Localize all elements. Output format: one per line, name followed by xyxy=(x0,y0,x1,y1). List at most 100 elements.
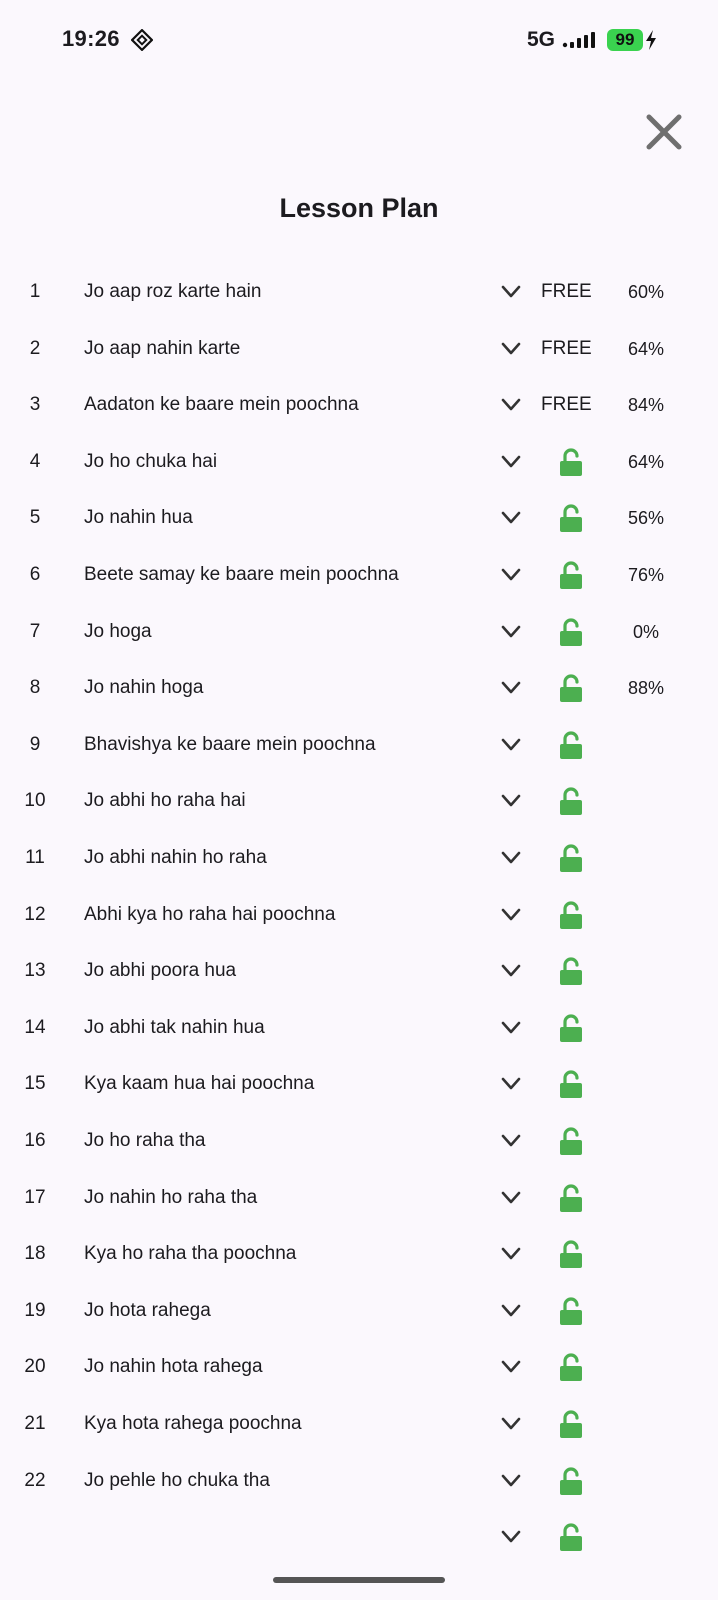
page-title: Lesson Plan xyxy=(279,193,439,223)
chevron-down-icon[interactable] xyxy=(500,791,522,811)
lesson-row[interactable]: 4 Jo ho chuka hai 64% xyxy=(0,433,718,491)
lesson-score: 56% xyxy=(627,508,665,529)
unlocked-icon xyxy=(560,957,582,986)
lesson-title: Bhavishya ke baare mein poochna xyxy=(84,733,376,755)
unlocked-icon xyxy=(560,1184,582,1212)
lesson-row[interactable]: 8 Jo nahin hoga 88% xyxy=(0,659,718,717)
lesson-score: 60% xyxy=(627,282,665,302)
lesson-row[interactable]: 21 Kya hota rahega poochna xyxy=(0,1395,718,1453)
lesson-row[interactable]: 11 Jo abhi nahin ho raha xyxy=(0,829,718,887)
lesson-row[interactable]: 15 Kya kaam hua hai poochna xyxy=(0,1055,718,1113)
lesson-number: 5 xyxy=(29,507,41,529)
lesson-row[interactable]: 2 Jo aap nahin karte FREE 64% xyxy=(0,320,718,378)
home-indicator[interactable] xyxy=(273,1577,445,1583)
chevron-down-icon[interactable] xyxy=(500,1074,522,1094)
lesson-number: 22 xyxy=(24,1469,46,1491)
chevron-down-icon[interactable] xyxy=(500,961,522,981)
chevron-down-icon[interactable] xyxy=(500,678,522,698)
lesson-row[interactable]: 3 Aadaton ke baare mein poochna FREE 84% xyxy=(0,376,718,434)
free-label: FREE xyxy=(541,281,592,302)
lesson-title: Jo abhi ho raha hai xyxy=(84,790,246,812)
chevron-down-icon[interactable] xyxy=(500,1527,522,1547)
status-bar: 19:26 5G 99 xyxy=(0,0,718,80)
lesson-row[interactable]: 9 Bhavishya ke baare mein poochna xyxy=(0,716,718,774)
lesson-title: Jo abhi nahin ho raha xyxy=(84,847,267,868)
unlocked-icon xyxy=(560,1014,582,1042)
chevron-down-icon[interactable] xyxy=(500,905,522,925)
unlocked-icon xyxy=(560,504,582,533)
lesson-score: 0% xyxy=(632,621,659,642)
lesson-title: Jo nahin hoga xyxy=(84,677,204,699)
chevron-down-icon[interactable] xyxy=(500,282,522,302)
lesson-title: Kya ho raha tha poochna xyxy=(84,1243,297,1265)
lesson-number: 16 xyxy=(24,1130,46,1151)
chevron-down-icon[interactable] xyxy=(500,1471,522,1491)
lesson-title: Jo abhi tak nahin hua xyxy=(84,1016,265,1038)
free-label: FREE xyxy=(541,337,592,359)
lesson-title: Beete samay ke baare mein poochna xyxy=(84,564,399,585)
chevron-down-icon[interactable] xyxy=(500,452,522,472)
lesson-number: 17 xyxy=(24,1186,46,1208)
charging-bolt-icon xyxy=(646,30,656,50)
lesson-title: Jo pehle ho chuka tha xyxy=(84,1469,270,1491)
lesson-number xyxy=(0,1508,70,1562)
lesson-row[interactable]: 20 Jo nahin hota rahega xyxy=(0,1338,718,1396)
chevron-down-icon[interactable] xyxy=(500,508,522,528)
chevron-down-icon[interactable] xyxy=(500,395,522,415)
chevron-down-icon[interactable] xyxy=(500,1357,522,1377)
unlocked-icon xyxy=(560,1127,582,1155)
lesson-row[interactable]: 19 Jo hota rahega xyxy=(0,1282,718,1340)
lesson-title: Jo nahin hua xyxy=(84,507,193,529)
chevron-down-icon[interactable] xyxy=(500,622,522,642)
unlocked-icon xyxy=(560,844,582,872)
battery-level: 99 xyxy=(607,29,643,51)
chevron-down-icon[interactable] xyxy=(500,735,522,755)
unlocked-icon xyxy=(560,561,582,589)
lesson-row[interactable]: 5 Jo nahin hua 56% xyxy=(0,489,718,547)
lesson-number: 20 xyxy=(24,1356,46,1378)
chevron-down-icon[interactable] xyxy=(500,565,522,585)
chevron-down-icon[interactable] xyxy=(500,339,522,359)
unlocked-icon xyxy=(560,1240,582,1269)
chevron-down-icon[interactable] xyxy=(500,1414,522,1434)
lesson-row[interactable] xyxy=(0,1508,718,1562)
lesson-number: 13 xyxy=(24,960,46,982)
lesson-number: 6 xyxy=(29,564,41,585)
lesson-title: Jo aap roz karte hain xyxy=(84,281,262,302)
lesson-number: 8 xyxy=(29,677,41,699)
lesson-row[interactable]: 18 Kya ho raha tha poochna xyxy=(0,1225,718,1283)
lesson-row[interactable]: 17 Jo nahin ho raha tha xyxy=(0,1169,718,1227)
lesson-row[interactable]: 1 Jo aap roz karte hain FREE 60% xyxy=(0,270,718,321)
lesson-title: Jo ho chuka hai xyxy=(84,450,218,472)
lesson-row[interactable]: 14 Jo abhi tak nahin hua xyxy=(0,999,718,1057)
lesson-row[interactable]: 10 Jo abhi ho raha hai xyxy=(0,772,718,830)
lesson-row[interactable]: 22 Jo pehle ho chuka tha xyxy=(0,1452,718,1510)
lesson-row[interactable]: 13 Jo abhi poora hua xyxy=(0,942,718,1000)
unlocked-icon xyxy=(560,448,582,476)
lesson-title: Jo abhi poora hua xyxy=(84,960,237,982)
lesson-score: 64% xyxy=(627,451,665,472)
lesson-title: Abhi kya ho raha hai poochna xyxy=(84,903,336,925)
lesson-row[interactable]: 6 Beete samay ke baare mein poochna 76% xyxy=(0,546,718,604)
chevron-down-icon[interactable] xyxy=(500,1188,522,1208)
unlocked-icon xyxy=(560,1070,582,1099)
chevron-down-icon[interactable] xyxy=(500,1244,522,1264)
lesson-title: Jo hota rahega xyxy=(84,1299,211,1321)
chevron-down-icon[interactable] xyxy=(500,1018,522,1038)
lesson-number: 15 xyxy=(24,1073,46,1095)
chevron-down-icon[interactable] xyxy=(500,848,522,868)
lesson-number: 4 xyxy=(29,450,41,472)
lesson-list[interactable]: 1 Jo aap roz karte hain FREE 60% 2 Jo aap nah… xyxy=(0,270,718,1562)
lesson-number: 11 xyxy=(25,847,45,868)
lesson-row[interactable]: 12 Abhi kya ho raha hai poochna xyxy=(0,886,718,944)
close-button[interactable] xyxy=(643,111,685,153)
chevron-down-icon[interactable] xyxy=(500,1301,522,1321)
lesson-score: 76% xyxy=(627,565,665,585)
lesson-row[interactable]: 16 Jo ho raha tha xyxy=(0,1112,718,1170)
close-icon xyxy=(646,114,682,150)
lesson-number: 9 xyxy=(29,733,41,755)
network-type: 5G xyxy=(527,28,556,51)
lesson-title: Jo nahin ho raha tha xyxy=(84,1186,258,1208)
lesson-row[interactable]: 7 Jo hoga 0% xyxy=(0,603,718,661)
chevron-down-icon[interactable] xyxy=(500,1131,522,1151)
